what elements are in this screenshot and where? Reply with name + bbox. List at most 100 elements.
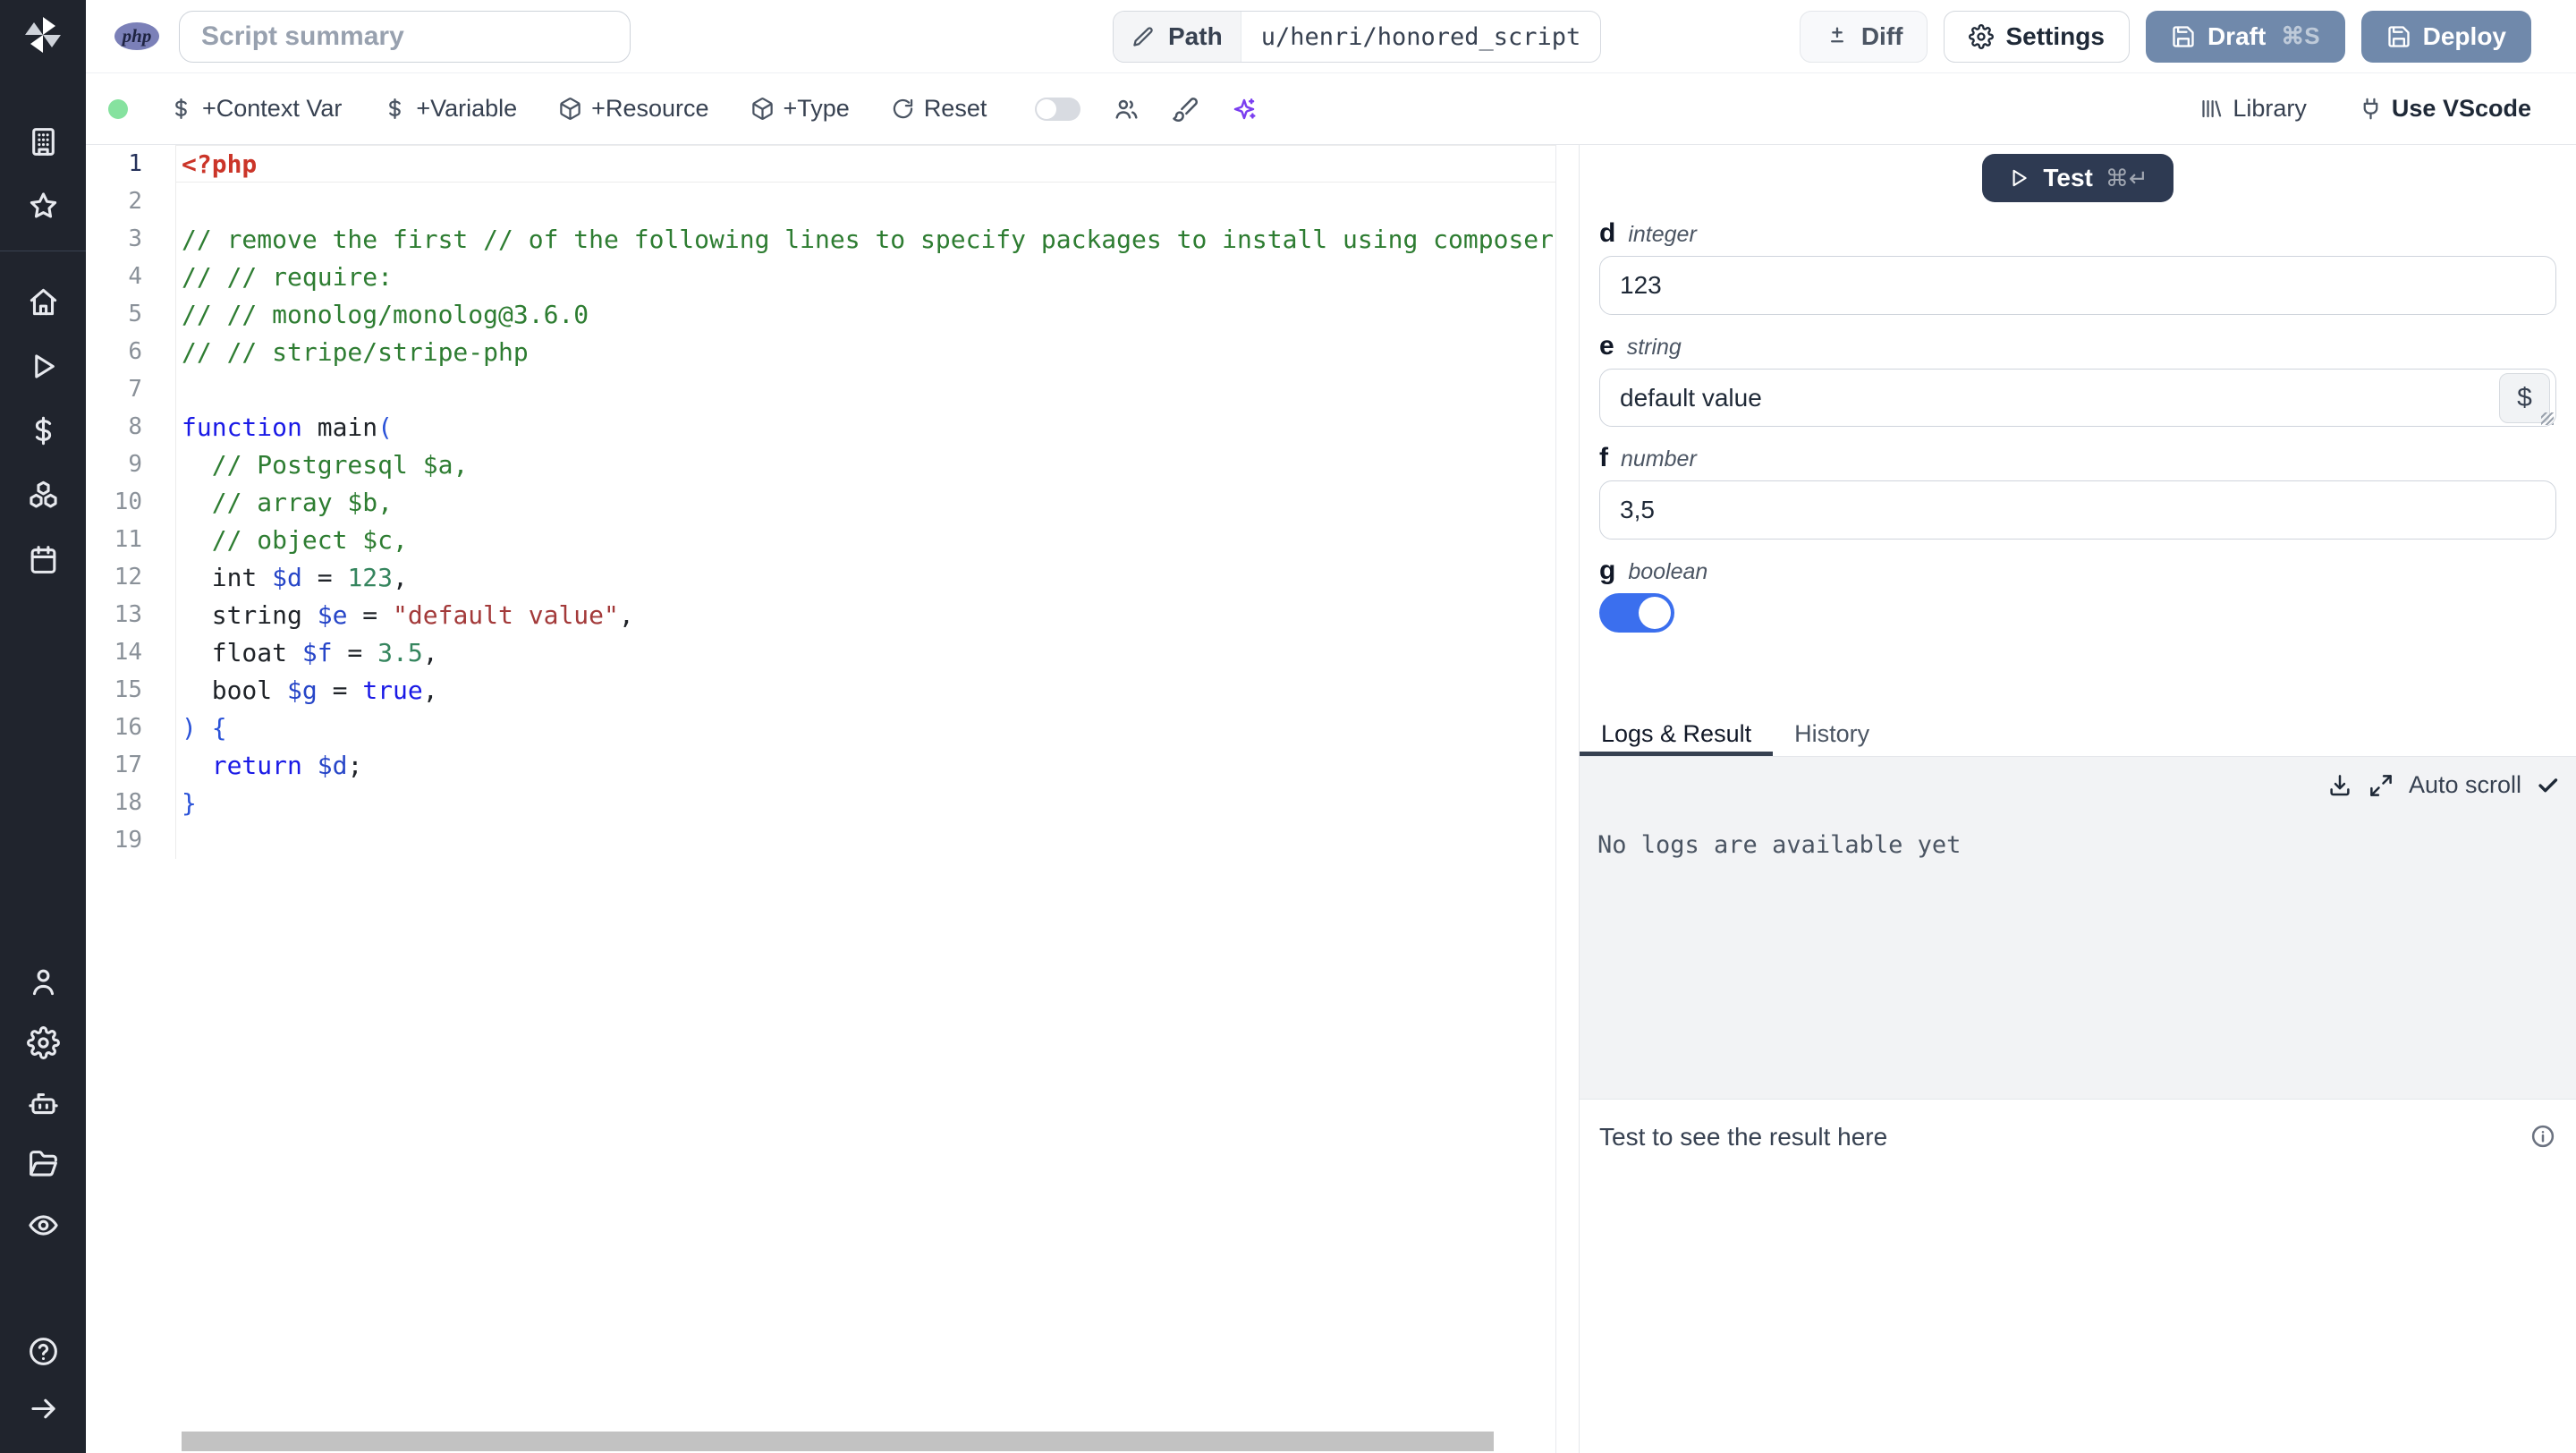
info-icon-button[interactable]: [2529, 1123, 2556, 1150]
tab-logs-result[interactable]: Logs & Result: [1580, 717, 1774, 756]
ai-assistant-button[interactable]: [1231, 96, 1258, 123]
code-token: $f: [301, 638, 333, 667]
horizontal-scrollbar[interactable]: [182, 1432, 1494, 1451]
field-e-input[interactable]: default value $: [1599, 369, 2556, 427]
download-icon: [2326, 772, 2353, 799]
reset-button[interactable]: Reset: [891, 95, 987, 123]
cubes-button[interactable]: [0, 463, 86, 527]
add-context-var-button[interactable]: +Context Var: [169, 95, 342, 123]
folder-icon: [27, 1148, 60, 1181]
code-line[interactable]: // remove the first // of the following …: [176, 220, 1555, 258]
home-button[interactable]: [0, 269, 86, 334]
settings-button[interactable]: Settings: [1944, 10, 2130, 63]
star-button[interactable]: [0, 174, 86, 238]
code-line[interactable]: // array $b,: [176, 483, 1555, 521]
help-button[interactable]: [0, 1322, 86, 1380]
field-value: default value: [1620, 383, 1762, 412]
play-button[interactable]: [0, 334, 86, 398]
collaborators-button[interactable]: [1113, 96, 1140, 123]
auto-scroll-checkbox[interactable]: [2536, 773, 2560, 797]
code-line[interactable]: }: [176, 784, 1555, 821]
eye-button[interactable]: [0, 1194, 86, 1255]
folder-button[interactable]: [0, 1134, 86, 1194]
test-shortcut: ⌘↵: [2105, 164, 2148, 191]
code-line[interactable]: int $d = 123,: [176, 558, 1555, 596]
code-line[interactable]: // // require:: [176, 258, 1555, 295]
line-numbers: 1 2 3 4 5 6 7 8 9 10 11 12 13 14 15 16 17 18 19: [86, 145, 175, 859]
code-token: ,: [618, 600, 634, 630]
panel-tabs: Logs & Result History: [1580, 717, 2576, 757]
code-line[interactable]: <?php: [176, 145, 1555, 183]
path-chip[interactable]: Path u/henri/honored_script: [1113, 11, 1602, 63]
format-button[interactable]: [1172, 96, 1199, 123]
add-variable-button[interactable]: +Variable: [383, 95, 517, 123]
resize-grip[interactable]: [2541, 412, 2554, 425]
add-variable-label: +Variable: [416, 95, 518, 122]
code-line[interactable]: bool $g = true,: [176, 671, 1555, 709]
draft-button[interactable]: Draft ⌘S: [2145, 10, 2345, 63]
code-token: // // stripe/stripe-php: [182, 337, 529, 367]
building-button[interactable]: [0, 109, 86, 174]
field-d-input[interactable]: 123: [1599, 256, 2556, 315]
pane-divider[interactable]: [1556, 145, 1579, 1453]
code-line[interactable]: [176, 370, 1555, 408]
add-resource-button[interactable]: +Resource: [558, 95, 709, 123]
code-line[interactable]: [176, 821, 1555, 859]
code-line[interactable]: float $f = 3.5,: [176, 633, 1555, 671]
deploy-button[interactable]: Deploy: [2360, 10, 2531, 63]
building-icon: [27, 125, 60, 158]
dollar-button[interactable]: [0, 398, 86, 463]
robot-button[interactable]: [0, 1073, 86, 1134]
code-line[interactable]: // object $c,: [176, 521, 1555, 558]
library-icon: [2199, 97, 2224, 121]
field-type: boolean: [1628, 559, 1708, 584]
field-name: g: [1599, 556, 1616, 585]
diff-button[interactable]: Diff: [1799, 10, 1928, 63]
users-icon: [1113, 96, 1140, 123]
add-type-button[interactable]: +Type: [750, 95, 850, 123]
code-line[interactable]: ) {: [176, 709, 1555, 746]
download-logs-button[interactable]: [2326, 772, 2353, 799]
args-form: d integer 123 e string default value $ f number 3…: [1580, 218, 2576, 633]
script-summary-input[interactable]: [179, 10, 631, 63]
assistant-toggle[interactable]: [1035, 97, 1081, 121]
field-name: d: [1599, 218, 1616, 248]
field-name: e: [1599, 331, 1614, 361]
code-line[interactable]: function main(: [176, 408, 1555, 446]
arrow-right-button[interactable]: [0, 1380, 86, 1437]
field-name: f: [1599, 443, 1608, 472]
code-line[interactable]: // // monolog/monolog@3.6.0: [176, 295, 1555, 333]
code-token: ) {: [182, 713, 227, 743]
path-edit-section[interactable]: Path: [1114, 12, 1241, 62]
code-line[interactable]: string $e = "default value",: [176, 596, 1555, 633]
windmill-logo-button[interactable]: [21, 0, 64, 73]
code-editor[interactable]: 1 2 3 4 5 6 7 8 9 10 11 12 13 14 15 16 17 18 19 <?php // re…: [86, 145, 1556, 1453]
code-token: // remove the first // of the following …: [182, 225, 1555, 254]
test-row: Test ⌘↵: [1580, 154, 2576, 202]
field-g-toggle[interactable]: [1599, 593, 1674, 633]
library-button[interactable]: Library: [2199, 95, 2307, 123]
code-token: string: [182, 600, 318, 630]
code-line[interactable]: return $d;: [176, 746, 1555, 784]
user-icon: [27, 965, 60, 998]
code-line[interactable]: [176, 183, 1555, 220]
code-token: // // monolog/monolog@3.6.0: [182, 300, 589, 329]
code-line[interactable]: // Postgresql $a,: [176, 446, 1555, 483]
sidebar-top-group: [0, 109, 86, 238]
field-f: f number 3,5: [1599, 443, 2556, 540]
calendar-icon: [27, 543, 60, 576]
code-token: return: [211, 751, 302, 780]
user-button[interactable]: [0, 951, 86, 1012]
arrow-right-icon: [27, 1392, 60, 1425]
expand-logs-button[interactable]: [2368, 772, 2394, 799]
gear-button[interactable]: [0, 1012, 86, 1073]
test-button[interactable]: Test ⌘↵: [1982, 154, 2174, 202]
field-f-input[interactable]: 3,5: [1599, 480, 2556, 540]
dollar-icon: [27, 414, 60, 447]
add-context-var-label: +Context Var: [202, 95, 343, 122]
code-line[interactable]: // // stripe/stripe-php: [176, 333, 1555, 370]
use-vscode-button[interactable]: Use VScode: [2359, 95, 2531, 123]
check-icon: [2536, 773, 2560, 797]
tab-history[interactable]: History: [1773, 717, 1891, 756]
calendar-button[interactable]: [0, 527, 86, 591]
